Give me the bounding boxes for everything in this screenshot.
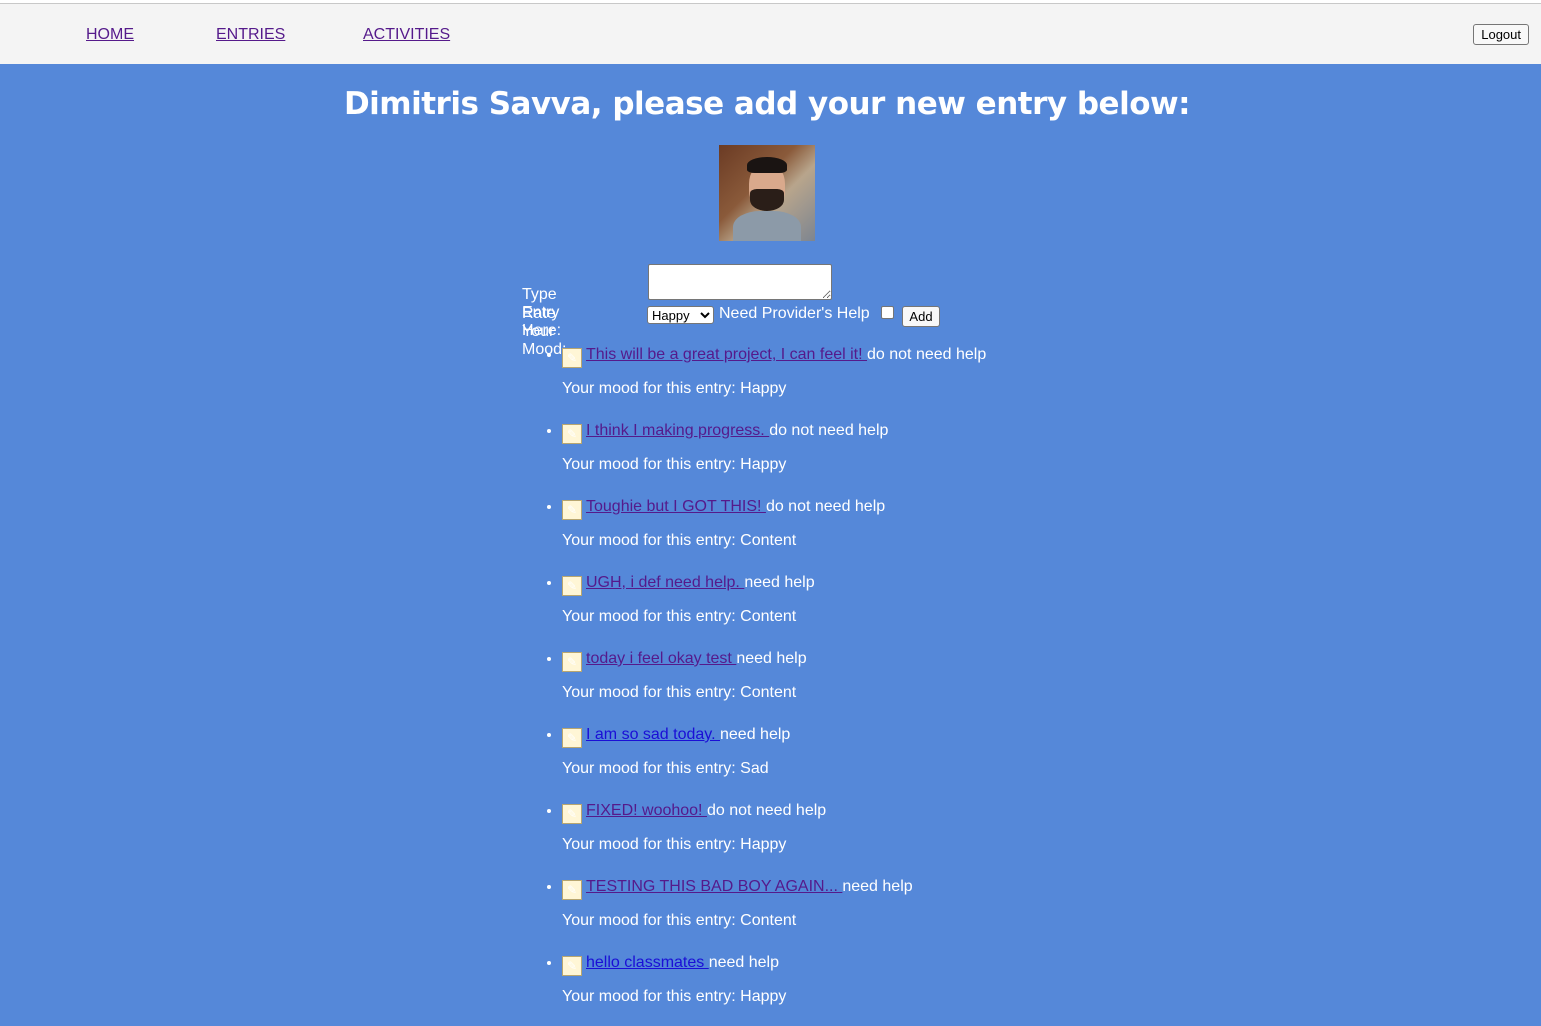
entry-help-status: need help	[708, 954, 780, 971]
page-title: Dimitris Savva, please add your new entr…	[343, 86, 1191, 122]
entry-mood-value: Sad	[740, 760, 769, 777]
entry-help-status: need help	[720, 726, 791, 743]
entry-mood-prefix: Your mood for this entry:	[562, 380, 741, 397]
entry-mood: Your mood for this entry: Happy	[562, 380, 786, 398]
memo-icon: ✎	[562, 804, 582, 824]
entry-mood-prefix: Your mood for this entry:	[562, 760, 741, 777]
memo-icon: ✎	[562, 424, 582, 444]
entry-mood-prefix: Your mood for this entry:	[562, 912, 741, 929]
entry-mood-prefix: Your mood for this entry:	[562, 836, 741, 853]
entry-mood: Your mood for this entry: Content	[562, 608, 796, 626]
memo-icon: ✎	[562, 576, 582, 596]
list-item: ✎hello classmates need help Your mood for…	[562, 950, 986, 1026]
help-label: Need Provider's Help	[719, 305, 870, 322]
list-item: ✎UGH, i def need help. need helpYour moo…	[562, 570, 986, 646]
entry-mood-value: Content	[740, 684, 797, 701]
list-item: ✎TESTING THIS BAD BOY AGAIN... need help…	[562, 874, 986, 950]
entry-mood-prefix: Your mood for this entry:	[562, 988, 741, 1005]
entry-mood-value: Content	[740, 608, 797, 625]
entry-mood-prefix: Your mood for this entry:	[562, 608, 741, 625]
entry-link[interactable]: FIXED! woohoo!	[586, 802, 707, 819]
avatar	[719, 145, 815, 241]
entry-help-status: do not need help	[769, 422, 889, 439]
entry-mood: Your mood for this entry: Sad	[562, 760, 769, 778]
list-item: ✎This will be a great project, I can fee…	[562, 342, 986, 418]
entries-list: ✎This will be a great project, I can fee…	[522, 342, 986, 1026]
entry-mood-prefix: Your mood for this entry:	[562, 684, 741, 701]
list-item: ✎Toughie but I GOT THIS! do not need hel…	[562, 494, 986, 570]
memo-icon: ✎	[562, 652, 582, 672]
entry-mood-value: Happy	[740, 456, 787, 473]
memo-icon: ✎	[562, 348, 582, 368]
entry-link[interactable]: This will be a great project, I can feel…	[586, 346, 867, 363]
entry-mood-prefix: Your mood for this entry:	[562, 456, 741, 473]
entry-mood: Your mood for this entry: Happy	[562, 456, 786, 474]
entry-mood-value: Content	[740, 532, 797, 549]
add-button[interactable]: Add	[902, 306, 940, 327]
entry-help-status: do not need help	[765, 498, 886, 515]
entry-link[interactable]: I think I making progress.	[586, 422, 769, 439]
entry-mood: Your mood for this entry: Happy	[562, 836, 786, 854]
nav-home-link[interactable]: HOME	[86, 26, 134, 44]
mood-select[interactable]: Happy	[647, 306, 714, 324]
entry-mood: Your mood for this entry: Content	[562, 684, 796, 702]
nav-activities-link[interactable]: ACTIVITIES	[363, 26, 450, 44]
entry-link[interactable]: I am so sad today.	[586, 726, 720, 743]
logout-button[interactable]: Logout	[1473, 24, 1529, 45]
entry-mood-value: Happy	[740, 380, 787, 397]
entry-help-status: need help	[842, 878, 913, 895]
memo-icon: ✎	[562, 728, 582, 748]
entry-help-status: need help	[744, 574, 815, 591]
help-checkbox[interactable]	[881, 306, 894, 319]
entry-help-status: do not need help	[867, 346, 987, 363]
memo-icon: ✎	[562, 956, 582, 976]
entry-mood-prefix: Your mood for this entry:	[562, 532, 741, 549]
entry-mood: Your mood for this entry: Happy	[562, 988, 786, 1006]
entry-link[interactable]: TESTING THIS BAD BOY AGAIN...	[586, 878, 842, 895]
list-item: ✎FIXED! woohoo! do not need help Your moo…	[562, 798, 986, 874]
memo-icon: ✎	[562, 880, 582, 900]
entry-help-status: need help	[736, 650, 807, 667]
entry-mood-value: Happy	[740, 836, 787, 853]
entry-mood-value: Happy	[740, 988, 787, 1005]
navbar: HOME ENTRIES ACTIVITIES Logout	[0, 4, 1541, 64]
entry-link[interactable]: today i feel okay test	[586, 650, 736, 667]
entry-link[interactable]: Toughie but I GOT THIS!	[586, 498, 766, 515]
entry-mood: Your mood for this entry: Content	[562, 532, 796, 550]
entry-link[interactable]: hello classmates	[586, 954, 709, 971]
list-item: ✎I am so sad today. need help Your mood f…	[562, 722, 986, 798]
entry-help-status: do not need help	[706, 802, 827, 819]
list-item: ✎I think I making progress. do not need …	[562, 418, 986, 494]
list-item: ✎today i feel okay test need help Your mo…	[562, 646, 986, 722]
entry-mood: Your mood for this entry: Content	[562, 912, 796, 930]
entry-textarea[interactable]	[648, 264, 832, 300]
memo-icon: ✎	[562, 500, 582, 520]
entry-mood-value: Content	[740, 912, 797, 929]
nav-entries-link[interactable]: ENTRIES	[216, 26, 285, 44]
entry-link[interactable]: UGH, i def need help.	[586, 574, 744, 591]
